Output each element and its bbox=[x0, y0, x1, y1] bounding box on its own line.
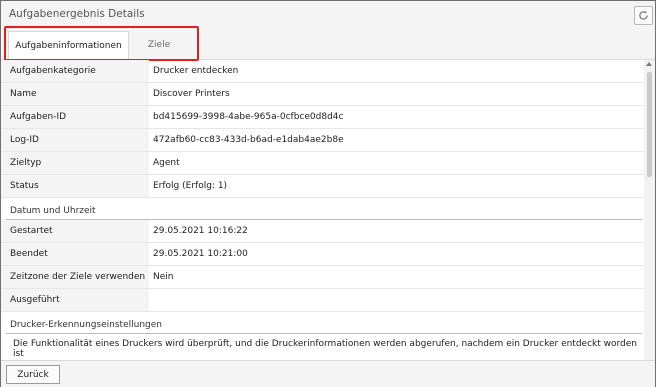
row-label: Name bbox=[1, 83, 149, 105]
row-value: 29.05.2021 10:21:00 bbox=[153, 249, 248, 259]
section-header-datetime: Datum und Uhrzeit bbox=[1, 198, 642, 220]
section-header-printer-discovery: Drucker-Erkennungseinstellungen bbox=[1, 312, 642, 334]
row-label: Beendet bbox=[1, 243, 149, 265]
info-row-task-category: Aufgabenkategorie Drucker entdecken bbox=[1, 60, 644, 83]
row-label: Aufgaben-ID bbox=[1, 106, 149, 128]
task-result-details-window: Aufgabenergebnis Details Aufgabeninforma… bbox=[0, 0, 656, 387]
info-row-log-id: Log-ID 472afb60-cc83-433d-b6ad-e1dab4ae2… bbox=[1, 129, 644, 152]
row-value: Agent bbox=[153, 158, 180, 168]
row-value: Discover Printers bbox=[153, 89, 230, 99]
scroll-up-arrow-icon[interactable] bbox=[646, 62, 652, 66]
row-label: Status bbox=[1, 175, 149, 197]
refresh-icon bbox=[639, 10, 648, 20]
row-value: bd415699-3998-4abe-965a-0cfbce0d8d4c bbox=[153, 112, 344, 122]
row-value: Drucker entdecken bbox=[153, 66, 239, 76]
back-button[interactable]: Zurück bbox=[6, 365, 60, 384]
vertical-scrollbar[interactable] bbox=[644, 60, 655, 360]
info-row-name: Name Discover Printers bbox=[1, 83, 644, 106]
section-title: Datum und Uhrzeit bbox=[10, 206, 96, 216]
datetime-row-executed: Ausgeführt bbox=[1, 289, 644, 312]
window-title: Aufgabenergebnis Details bbox=[9, 8, 145, 20]
row-label: Ausgeführt bbox=[1, 289, 149, 311]
row-value: 29.05.2021 10:16:22 bbox=[153, 226, 248, 236]
refresh-button[interactable] bbox=[634, 6, 653, 25]
info-row-task-id: Aufgaben-ID bd415699-3998-4abe-965a-0cfb… bbox=[1, 106, 644, 129]
row-value: Erfolg (Erfolg: 1) bbox=[153, 181, 228, 191]
footer-bar: Zurück bbox=[1, 360, 655, 387]
details-panel: Aufgabenkategorie Drucker entdecken Name… bbox=[1, 60, 644, 360]
info-row-status: Status Erfolg (Erfolg: 1) bbox=[1, 175, 644, 198]
row-label: Aufgabenkategorie bbox=[1, 60, 149, 82]
printer-discovery-description: Die Funktionalität eines Druckers wird ü… bbox=[1, 334, 644, 359]
info-row-target-type: Zieltyp Agent bbox=[1, 152, 644, 175]
description-text: Die Funktionalität eines Druckers wird ü… bbox=[13, 339, 637, 359]
row-label: Zeitzone der Ziele verwenden bbox=[1, 266, 149, 288]
datetime-row-started: Gestartet 29.05.2021 10:16:22 bbox=[1, 220, 644, 243]
tab-highlight-box bbox=[4, 26, 199, 61]
section-title: Drucker-Erkennungseinstellungen bbox=[10, 320, 162, 330]
scrollbar-thumb[interactable] bbox=[647, 72, 652, 177]
row-label: Log-ID bbox=[1, 129, 149, 151]
row-label: Gestartet bbox=[1, 220, 149, 242]
datetime-row-finished: Beendet 29.05.2021 10:21:00 bbox=[1, 243, 644, 266]
row-value: Nein bbox=[153, 272, 174, 282]
title-bar: Aufgabenergebnis Details bbox=[1, 1, 655, 27]
row-label: Zieltyp bbox=[1, 152, 149, 174]
row-value: 472afb60-cc83-433d-b6ad-e1dab4ae2b8e bbox=[153, 135, 344, 145]
datetime-row-use-target-timezone: Zeitzone der Ziele verwenden Nein bbox=[1, 266, 644, 289]
